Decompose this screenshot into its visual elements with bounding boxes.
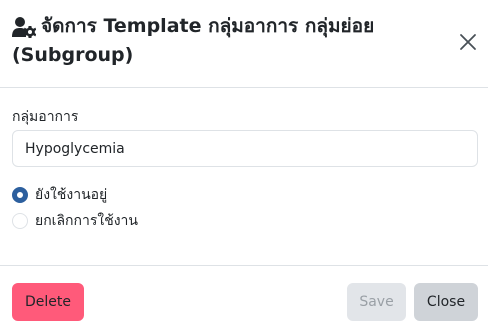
radio-checked-icon[interactable]	[12, 187, 28, 203]
close-x-button[interactable]	[456, 30, 480, 54]
save-button[interactable]: Save	[347, 283, 406, 321]
modal-header: จัดการ Template กลุ่มอาการ กลุ่มย่อย (Su…	[0, 0, 488, 88]
subgroup-template-modal: จัดการ Template กลุ่มอาการ กลุ่มย่อย (Su…	[0, 0, 488, 330]
modal-title: จัดการ Template กลุ่มอาการ กลุ่มย่อย (Su…	[12, 15, 375, 66]
radio-unchecked-icon[interactable]	[12, 213, 28, 229]
status-radio-active-label: ยังใช้งานอยู่	[35, 187, 108, 203]
modal-footer: Delete Save Close	[0, 265, 488, 330]
group-field-label: กลุ่มอาการ	[12, 109, 79, 125]
delete-button[interactable]: Delete	[12, 283, 84, 321]
close-button[interactable]: Close	[414, 283, 478, 321]
close-icon[interactable]	[456, 34, 480, 57]
group-input[interactable]	[12, 130, 478, 167]
status-radio-active[interactable]: ยังใช้งานอยู่	[12, 185, 107, 205]
status-radio-cancelled-label: ยกเลิกการใช้งาน	[35, 213, 138, 229]
status-radio-cancelled[interactable]: ยกเลิกการใช้งาน	[12, 211, 138, 231]
